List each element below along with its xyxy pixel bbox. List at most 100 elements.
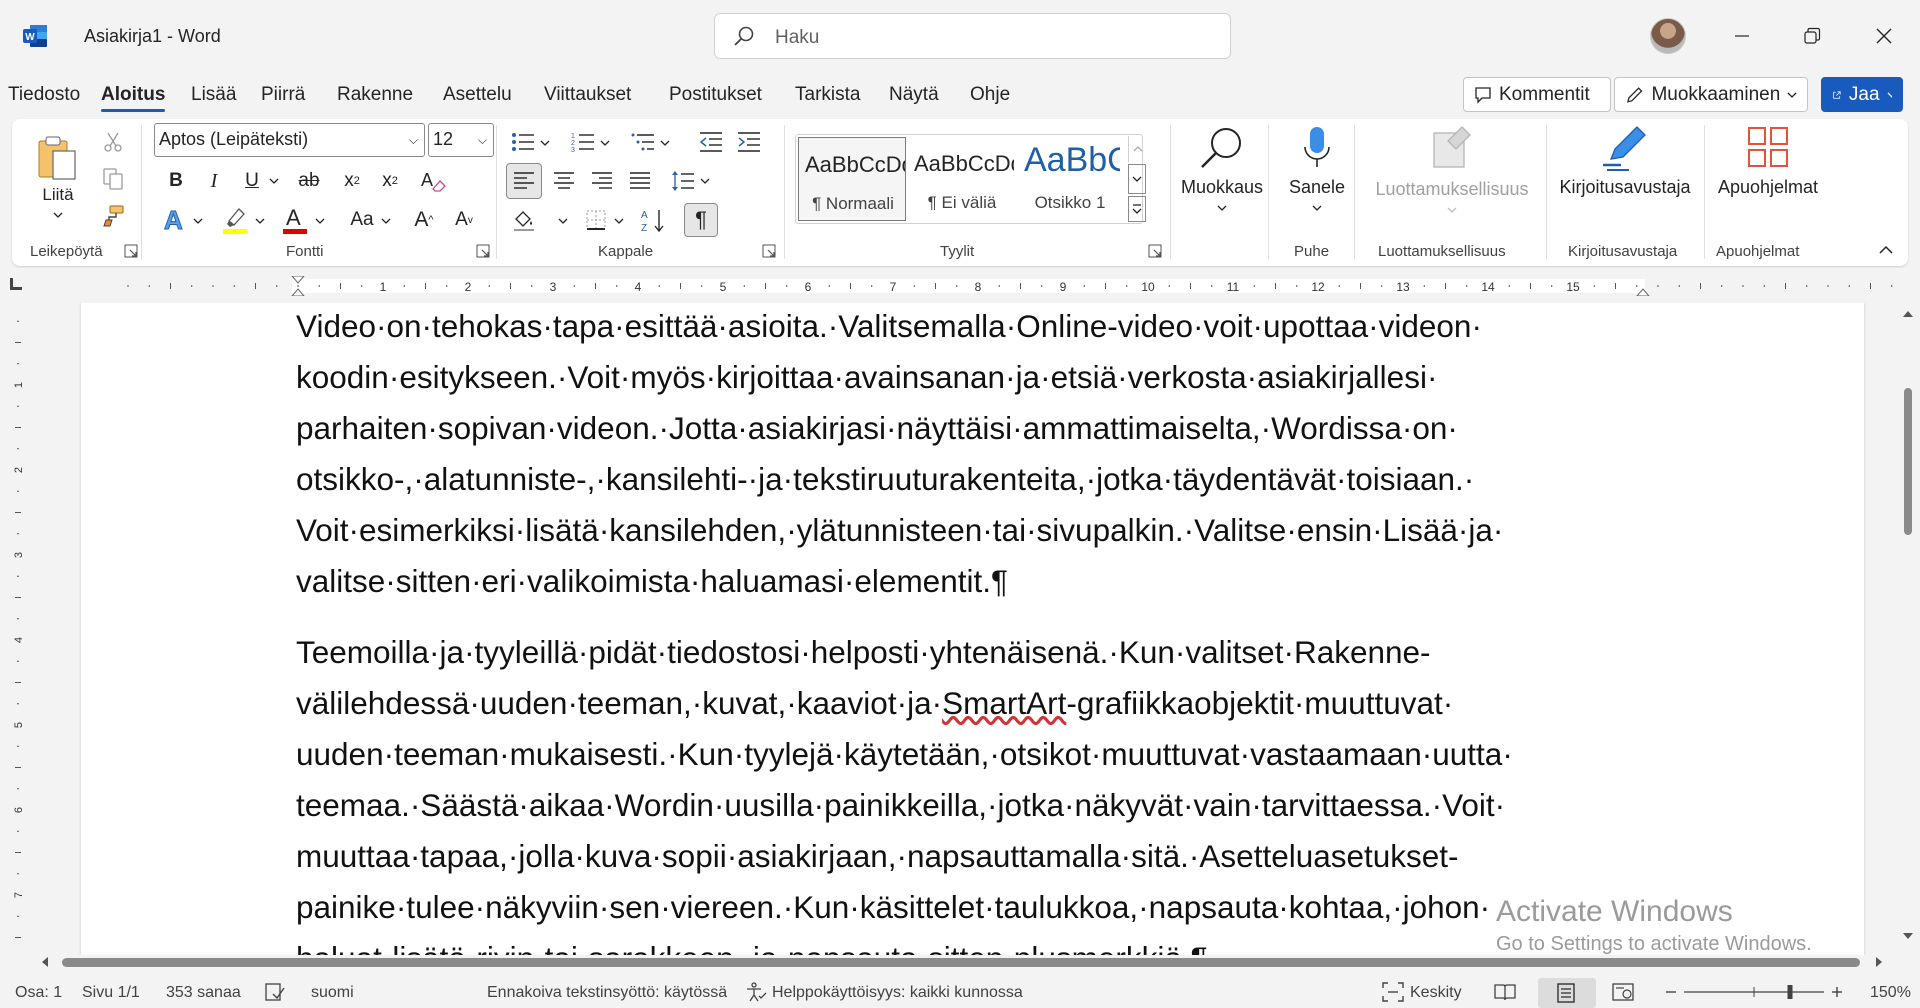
show-paragraph-marks-button[interactable]: ¶ (684, 203, 718, 237)
dialog-launcher-icon[interactable] (476, 244, 490, 258)
style-no-spacing[interactable]: AaBbCcDd ¶ Ei väliä (908, 137, 1016, 221)
paragraph-1[interactable]: Video·on·tehokas·tapa·esittää·asioita.·V… (296, 303, 1503, 607)
dialog-launcher-icon[interactable] (124, 244, 138, 258)
comments-button[interactable]: Kommentit (1463, 77, 1611, 112)
font-color-dropdown[interactable] (312, 211, 328, 231)
numbering-button[interactable]: 123 (568, 127, 598, 157)
section-indicator[interactable]: Osa: 1 (15, 984, 62, 1002)
copy-button[interactable] (98, 164, 128, 194)
close-button[interactable] (1864, 16, 1904, 56)
font-color-button[interactable]: A (278, 203, 312, 237)
styles-scroll-down[interactable] (1128, 164, 1146, 194)
read-mode-icon[interactable] (1494, 982, 1516, 1002)
cut-button[interactable] (98, 127, 128, 157)
predictive-text-status[interactable]: Ennakoiva tekstinsyöttö: käytössä (487, 984, 727, 1002)
font-size-combo[interactable]: 12 ⌵ (428, 123, 494, 157)
web-layout-icon[interactable] (1612, 982, 1634, 1002)
align-right-button[interactable] (586, 163, 618, 199)
editing-mode-button[interactable]: Muokkaaminen (1614, 77, 1808, 112)
restore-button[interactable] (1792, 16, 1832, 56)
word-count[interactable]: 353 sanaa (166, 984, 241, 1002)
tab-rakenne[interactable]: Rakenne (337, 84, 413, 106)
tab-nayta[interactable]: Näytä (889, 84, 939, 106)
justify-button[interactable] (624, 163, 656, 199)
format-painter-button[interactable] (98, 201, 128, 231)
change-case-dropdown[interactable] (378, 211, 394, 231)
dialog-launcher-icon[interactable] (1148, 244, 1162, 258)
dictate-button[interactable]: Sanele (1278, 125, 1356, 235)
superscript-button[interactable]: x2 (374, 165, 406, 197)
highlight-button[interactable] (218, 203, 252, 237)
paragraph-2[interactable]: Teemoilla·ja·tyyleillä·pidät·tiedostosi·… (296, 627, 1513, 955)
subscript-button[interactable]: x2 (336, 165, 368, 197)
editing-button[interactable]: Muokkaus (1172, 125, 1272, 235)
print-layout-button[interactable] (1538, 978, 1596, 1008)
tab-tarkista[interactable]: Tarkista (795, 84, 860, 106)
zoom-slider[interactable] (1664, 982, 1844, 1002)
vertical-ruler[interactable]: 1 2 3 4 5 6 7 (8, 303, 28, 955)
scroll-right-icon[interactable] (1874, 956, 1884, 968)
proofing-icon[interactable] (264, 982, 286, 1002)
tab-selector-icon[interactable] (10, 278, 22, 290)
underline-button[interactable]: U (236, 165, 268, 197)
align-center-button[interactable] (548, 163, 580, 199)
user-avatar[interactable] (1650, 18, 1686, 54)
share-button[interactable]: Jaa (1821, 77, 1903, 112)
dialog-launcher-icon[interactable] (762, 244, 776, 258)
minimize-button[interactable] (1722, 16, 1762, 56)
sort-button[interactable]: AZ (636, 203, 670, 237)
styles-more-button[interactable] (1128, 196, 1146, 222)
tab-ohje[interactable]: Ohje (970, 84, 1010, 106)
document-page[interactable]: Video·on·tehokas·tapa·esittää·asioita.·V… (81, 303, 1864, 955)
line-spacing-button[interactable] (668, 163, 698, 199)
scroll-down-icon[interactable] (1902, 931, 1914, 941)
tab-aloitus[interactable]: Aloitus (101, 84, 166, 112)
italic-button[interactable]: I (198, 165, 230, 197)
tab-lisaa[interactable]: Lisää (191, 84, 236, 106)
clear-formatting-button[interactable]: A (416, 165, 450, 197)
tab-postitukset[interactable]: Postitukset (669, 84, 762, 106)
highlight-dropdown[interactable] (252, 211, 268, 231)
grow-font-button[interactable]: A ^ (408, 205, 440, 235)
style-heading-1[interactable]: AaBbCc Otsikko 1 (1018, 137, 1122, 221)
horizontal-scrollbar[interactable] (32, 951, 1888, 973)
scroll-up-icon[interactable] (1902, 309, 1914, 319)
decrease-indent-button[interactable] (696, 127, 726, 157)
scroll-left-icon[interactable] (40, 956, 50, 968)
bullets-button[interactable] (508, 127, 538, 157)
shrink-font-button[interactable]: Av (448, 205, 480, 235)
zoom-level[interactable]: 150% (1870, 984, 1911, 1002)
multilevel-list-button[interactable] (628, 127, 658, 157)
text-effects-dropdown[interactable] (190, 211, 206, 231)
increase-indent-button[interactable] (734, 127, 764, 157)
horizontal-ruler[interactable]: 1 2 3 4 5 6 7 8 9 10 11 12 13 14 15 (80, 276, 1905, 296)
addins-button[interactable]: Apuohjelmat (1708, 125, 1828, 235)
word-logo-icon[interactable]: W (22, 24, 48, 48)
align-left-button[interactable] (506, 163, 542, 199)
scrollbar-thumb[interactable] (1904, 388, 1912, 535)
borders-button[interactable] (580, 203, 612, 237)
tab-asettelu[interactable]: Asettelu (443, 84, 512, 106)
collapse-ribbon-button[interactable] (1874, 239, 1898, 261)
accessibility-status[interactable]: Helppokäyttöisyys: kaikki kunnossa (772, 984, 1023, 1002)
change-case-button[interactable]: Aa (342, 205, 382, 235)
scrollbar-thumb[interactable] (62, 958, 1860, 967)
multilevel-list-dropdown[interactable] (658, 133, 672, 153)
vertical-scrollbar[interactable] (1896, 303, 1920, 955)
tab-viittaukset[interactable]: Viittaukset (544, 84, 631, 106)
styles-scroll-up[interactable] (1128, 136, 1146, 162)
misspelled-word[interactable]: SmartArt (942, 685, 1066, 721)
underline-dropdown[interactable] (266, 169, 282, 193)
style-normal[interactable]: AaBbCcDd ¶ Normaali (798, 137, 906, 221)
strikethrough-button[interactable]: ab (292, 165, 326, 197)
shading-dropdown[interactable] (556, 211, 570, 231)
numbering-dropdown[interactable] (598, 133, 612, 153)
search-box[interactable]: Haku (714, 13, 1231, 59)
language-indicator[interactable]: suomi (311, 984, 354, 1002)
borders-dropdown[interactable] (612, 211, 626, 231)
paste-button[interactable]: Liitä (36, 127, 80, 227)
line-spacing-dropdown[interactable] (698, 171, 712, 191)
tab-piirra[interactable]: Piirrä (261, 84, 305, 106)
shading-button[interactable] (508, 203, 540, 237)
sensitivity-button[interactable]: Luottamuksellisuus (1362, 125, 1542, 235)
